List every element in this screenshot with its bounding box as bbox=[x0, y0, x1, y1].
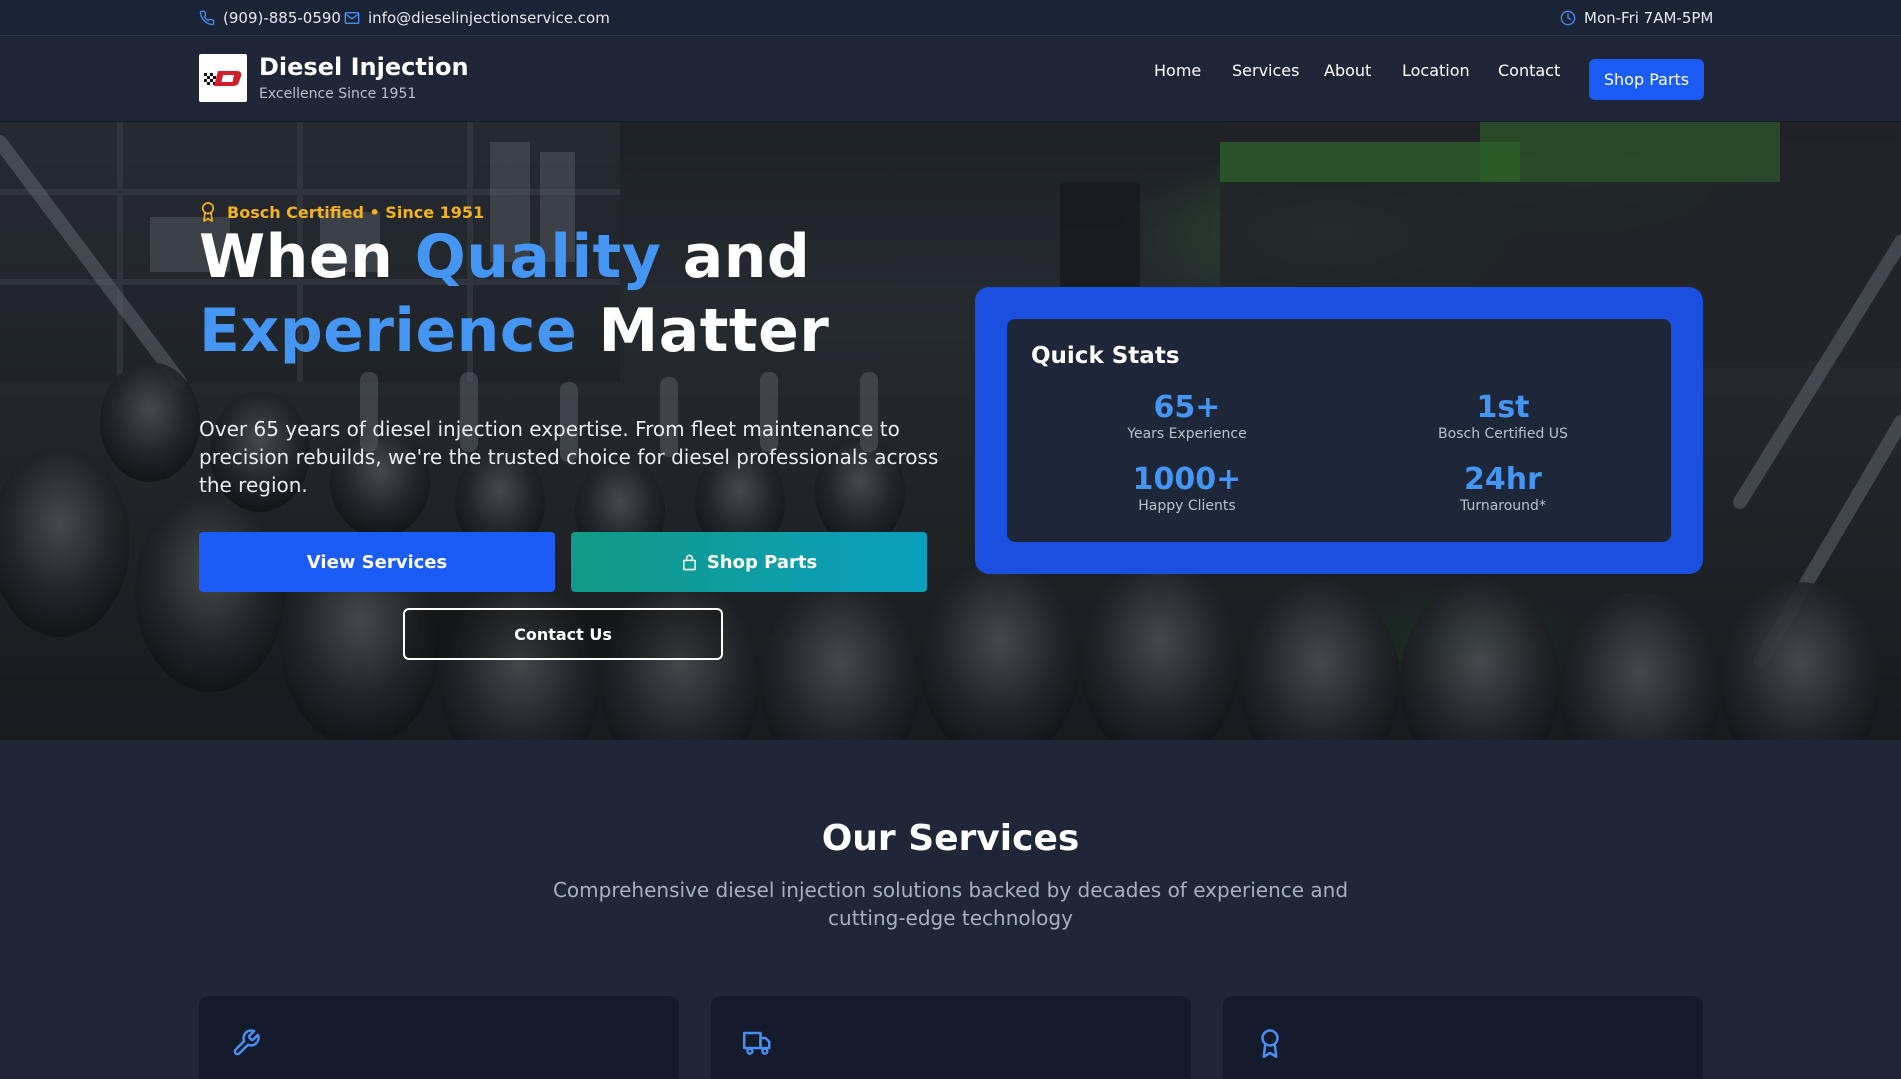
headline-text: When bbox=[199, 222, 415, 292]
shop-parts-button[interactable]: Shop Parts bbox=[571, 532, 927, 592]
services-title: Our Services bbox=[821, 818, 1080, 859]
view-services-label: View Services bbox=[306, 551, 448, 573]
email-contact[interactable]: info@dieselinjectionservice.com bbox=[344, 0, 610, 35]
phone-text: (909)-885-0590 bbox=[223, 8, 341, 27]
hero-description: Over 65 years of diesel injection expert… bbox=[199, 417, 939, 497]
hero-headline-line-2: Experience Matter bbox=[199, 296, 829, 366]
services-subtitle: Comprehensive diesel injection solutions… bbox=[552, 878, 1349, 930]
contact-us-label: Contact Us bbox=[514, 624, 612, 644]
business-hours: Mon-Fri 7AM-5PM bbox=[1560, 0, 1713, 35]
hours-text: Mon-Fri 7AM-5PM bbox=[1584, 8, 1714, 27]
headline-text: Matter bbox=[577, 296, 830, 366]
truck-icon bbox=[743, 1031, 771, 1055]
stat-label: Happy Clients bbox=[1138, 498, 1236, 514]
nav-contact[interactable]: Contact bbox=[1498, 61, 1560, 80]
stat-label: Turnaround* bbox=[1460, 498, 1546, 514]
award-icon bbox=[201, 202, 215, 222]
service-card-certified[interactable] bbox=[1223, 996, 1703, 1079]
stat-value: 1000+ bbox=[1132, 462, 1242, 497]
stats-title: Quick Stats bbox=[1031, 343, 1180, 369]
brand-tagline: Excellence Since 1951 bbox=[259, 86, 417, 102]
brand-logo[interactable] bbox=[199, 54, 247, 102]
stat-label: Years Experience bbox=[1127, 426, 1247, 442]
stat-value: 1st bbox=[1476, 390, 1530, 425]
phone-contact[interactable]: (909)-885-0590 bbox=[199, 0, 341, 35]
stat-value: 24hr bbox=[1464, 462, 1542, 497]
service-card-repair[interactable] bbox=[199, 996, 679, 1079]
clock-icon bbox=[1560, 10, 1576, 25]
stat-bosch: 1st Bosch Certified US bbox=[1353, 391, 1653, 443]
logo-mark-icon bbox=[204, 71, 242, 86]
view-services-button[interactable]: View Services bbox=[199, 532, 555, 592]
stat-label: Bosch Certified US bbox=[1438, 426, 1568, 442]
nav-about[interactable]: About bbox=[1324, 61, 1371, 80]
quick-stats-card: Quick Stats 65+ Years Experience 1st Bos… bbox=[1007, 319, 1671, 542]
quick-stats-panel: Quick Stats 65+ Years Experience 1st Bos… bbox=[975, 287, 1703, 574]
wrench-icon bbox=[233, 1029, 260, 1056]
nav-home[interactable]: Home bbox=[1154, 61, 1201, 80]
mail-icon bbox=[344, 11, 360, 24]
certification-badge: Bosch Certified • Since 1951 bbox=[199, 201, 484, 223]
main-navigation: Diesel Injection Excellence Since 1951 H… bbox=[0, 37, 1901, 122]
stat-turnaround: 24hr Turnaround* bbox=[1353, 463, 1653, 515]
badge-text: Bosch Certified • Since 1951 bbox=[227, 202, 485, 222]
phone-icon bbox=[199, 10, 215, 25]
email-text: info@dieselinjectionservice.com bbox=[368, 8, 610, 27]
nav-services[interactable]: Services bbox=[1232, 61, 1299, 80]
shop-parts-label: Shop Parts bbox=[706, 551, 818, 573]
headline-text: and bbox=[661, 222, 811, 292]
hero-section: Bosch Certified • Since 1951 When Qualit… bbox=[0, 122, 1901, 740]
top-info-bar: (909)-885-0590 info@dieselinjectionservi… bbox=[0, 0, 1901, 36]
headline-accent: Experience bbox=[199, 296, 578, 366]
nav-shop-parts-button[interactable]: Shop Parts bbox=[1589, 59, 1704, 100]
shopping-bag-icon bbox=[682, 554, 696, 570]
award-icon bbox=[1261, 1029, 1279, 1058]
nav-location[interactable]: Location bbox=[1402, 61, 1470, 80]
stat-value: 65+ bbox=[1153, 390, 1221, 425]
stat-years: 65+ Years Experience bbox=[1037, 391, 1337, 443]
hero-headline-line-1: When Quality and bbox=[199, 222, 810, 292]
headline-accent: Quality bbox=[414, 222, 662, 292]
services-section: Our Services Comprehensive diesel inject… bbox=[0, 740, 1901, 1079]
stat-clients: 1000+ Happy Clients bbox=[1037, 463, 1337, 515]
service-card-fleet[interactable] bbox=[711, 996, 1191, 1079]
contact-us-button[interactable]: Contact Us bbox=[403, 608, 723, 660]
brand-title[interactable]: Diesel Injection bbox=[259, 53, 469, 81]
